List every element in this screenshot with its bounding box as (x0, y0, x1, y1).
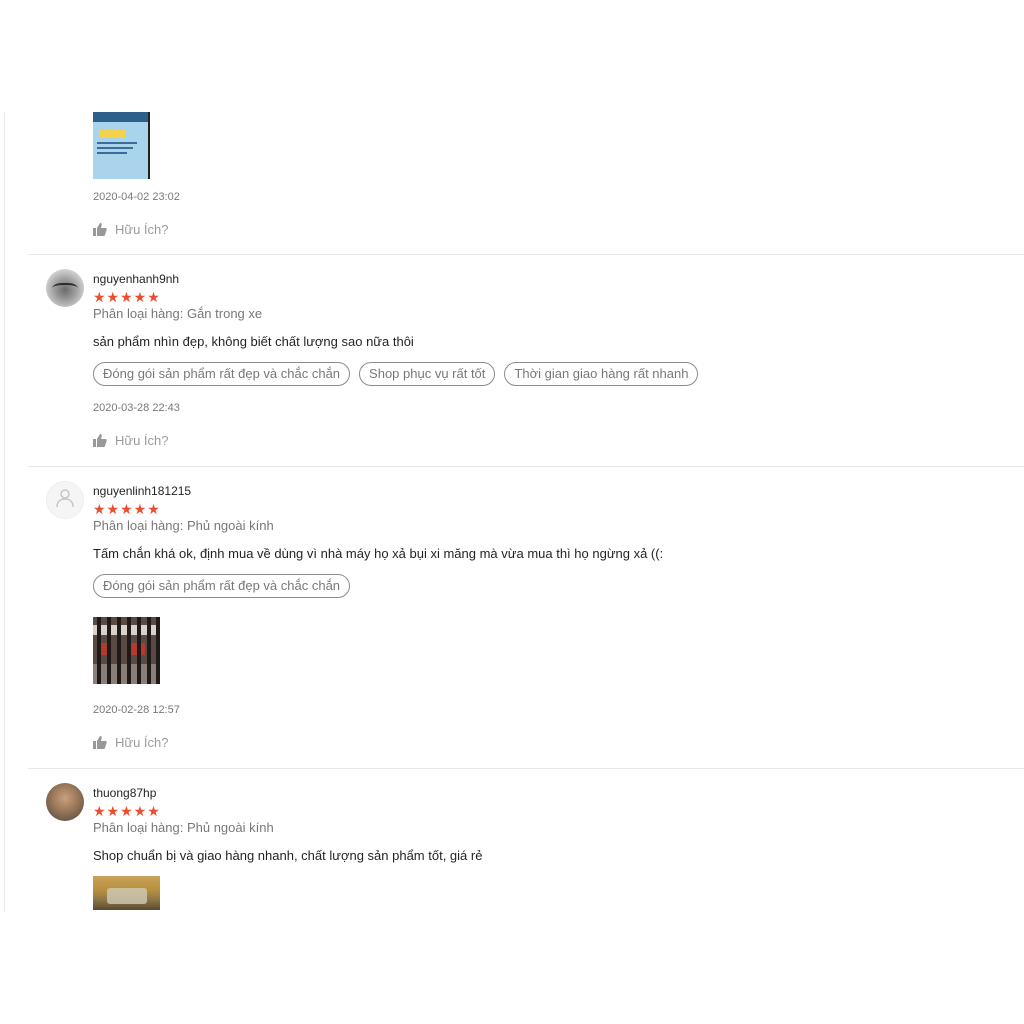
thumbs-up-icon (93, 434, 107, 447)
review-variation: Phân loại hàng: Gắn trong xe (93, 306, 263, 321)
review-tag: Đóng gói sản phẩm rất đẹp và chắc chắn (93, 574, 351, 598)
review-image[interactable] (93, 617, 160, 684)
star-rating: ★★★★★ (93, 501, 161, 517)
review-variation: Phân loại hàng: Phủ ngoài kính (93, 518, 274, 533)
review-tags: Đóng gói sản phẩm rất đẹp và chắc chắn S… (93, 362, 699, 386)
review-date: 2020-03-28 22:43 (93, 402, 180, 414)
review-date: 2020-04-02 23:02 (93, 191, 180, 203)
avatar[interactable] (46, 269, 84, 307)
review-image[interactable] (93, 112, 160, 179)
review-comment: Shop chuẩn bị và giao hàng nhanh, chất l… (93, 848, 483, 863)
thumbs-up-icon (93, 223, 107, 236)
review-tag: Shop phục vụ rất tốt (359, 362, 496, 386)
review-comment: Tấm chắn khá ok, định mua về dùng vì nhà… (93, 546, 664, 561)
helpful-label: Hữu Ích? (115, 735, 169, 750)
helpful-label: Hữu Ích? (115, 433, 169, 448)
thumbs-up-icon (93, 736, 107, 749)
helpful-button[interactable]: Hữu Ích? (93, 222, 169, 237)
review-username[interactable]: thuong87hp (93, 786, 156, 800)
avatar[interactable] (46, 783, 84, 821)
review-item: 2020-04-02 23:02 Hữu Ích? (28, 112, 1024, 255)
review-tags: Đóng gói sản phẩm rất đẹp và chắc chắn (93, 574, 351, 598)
review-comment: sản phẩm nhìn đẹp, không biết chất lượng… (93, 334, 414, 349)
review-date: 2020-02-28 12:57 (93, 704, 180, 716)
review-tag: Thời gian giao hàng rất nhanh (504, 362, 699, 386)
review-username[interactable]: nguyenhanh9nh (93, 272, 179, 286)
star-rating: ★★★★★ (93, 803, 161, 819)
helpful-label: Hữu Ích? (115, 222, 169, 237)
review-tag: Đóng gói sản phẩm rất đẹp và chắc chắn (93, 362, 351, 386)
review-item: thuong87hp ★★★★★ Phân loại hàng: Phủ ngo… (28, 769, 1024, 912)
review-username[interactable]: nguyenlinh181215 (93, 484, 191, 498)
review-item: nguyenhanh9nh ★★★★★ Phân loại hàng: Gắn … (28, 255, 1024, 467)
helpful-button[interactable]: Hữu Ích? (93, 735, 169, 750)
helpful-button[interactable]: Hữu Ích? (93, 433, 169, 448)
review-item: nguyenlinh181215 ★★★★★ Phân loại hàng: P… (28, 467, 1024, 769)
user-placeholder-icon (55, 488, 75, 513)
star-rating: ★★★★★ (93, 289, 161, 305)
review-variation: Phân loại hàng: Phủ ngoài kính (93, 820, 274, 835)
review-image[interactable] (93, 876, 160, 910)
avatar[interactable] (46, 481, 84, 519)
reviews-list[interactable]: 2020-04-02 23:02 Hữu Ích? nguyenhanh9nh … (0, 112, 1024, 912)
